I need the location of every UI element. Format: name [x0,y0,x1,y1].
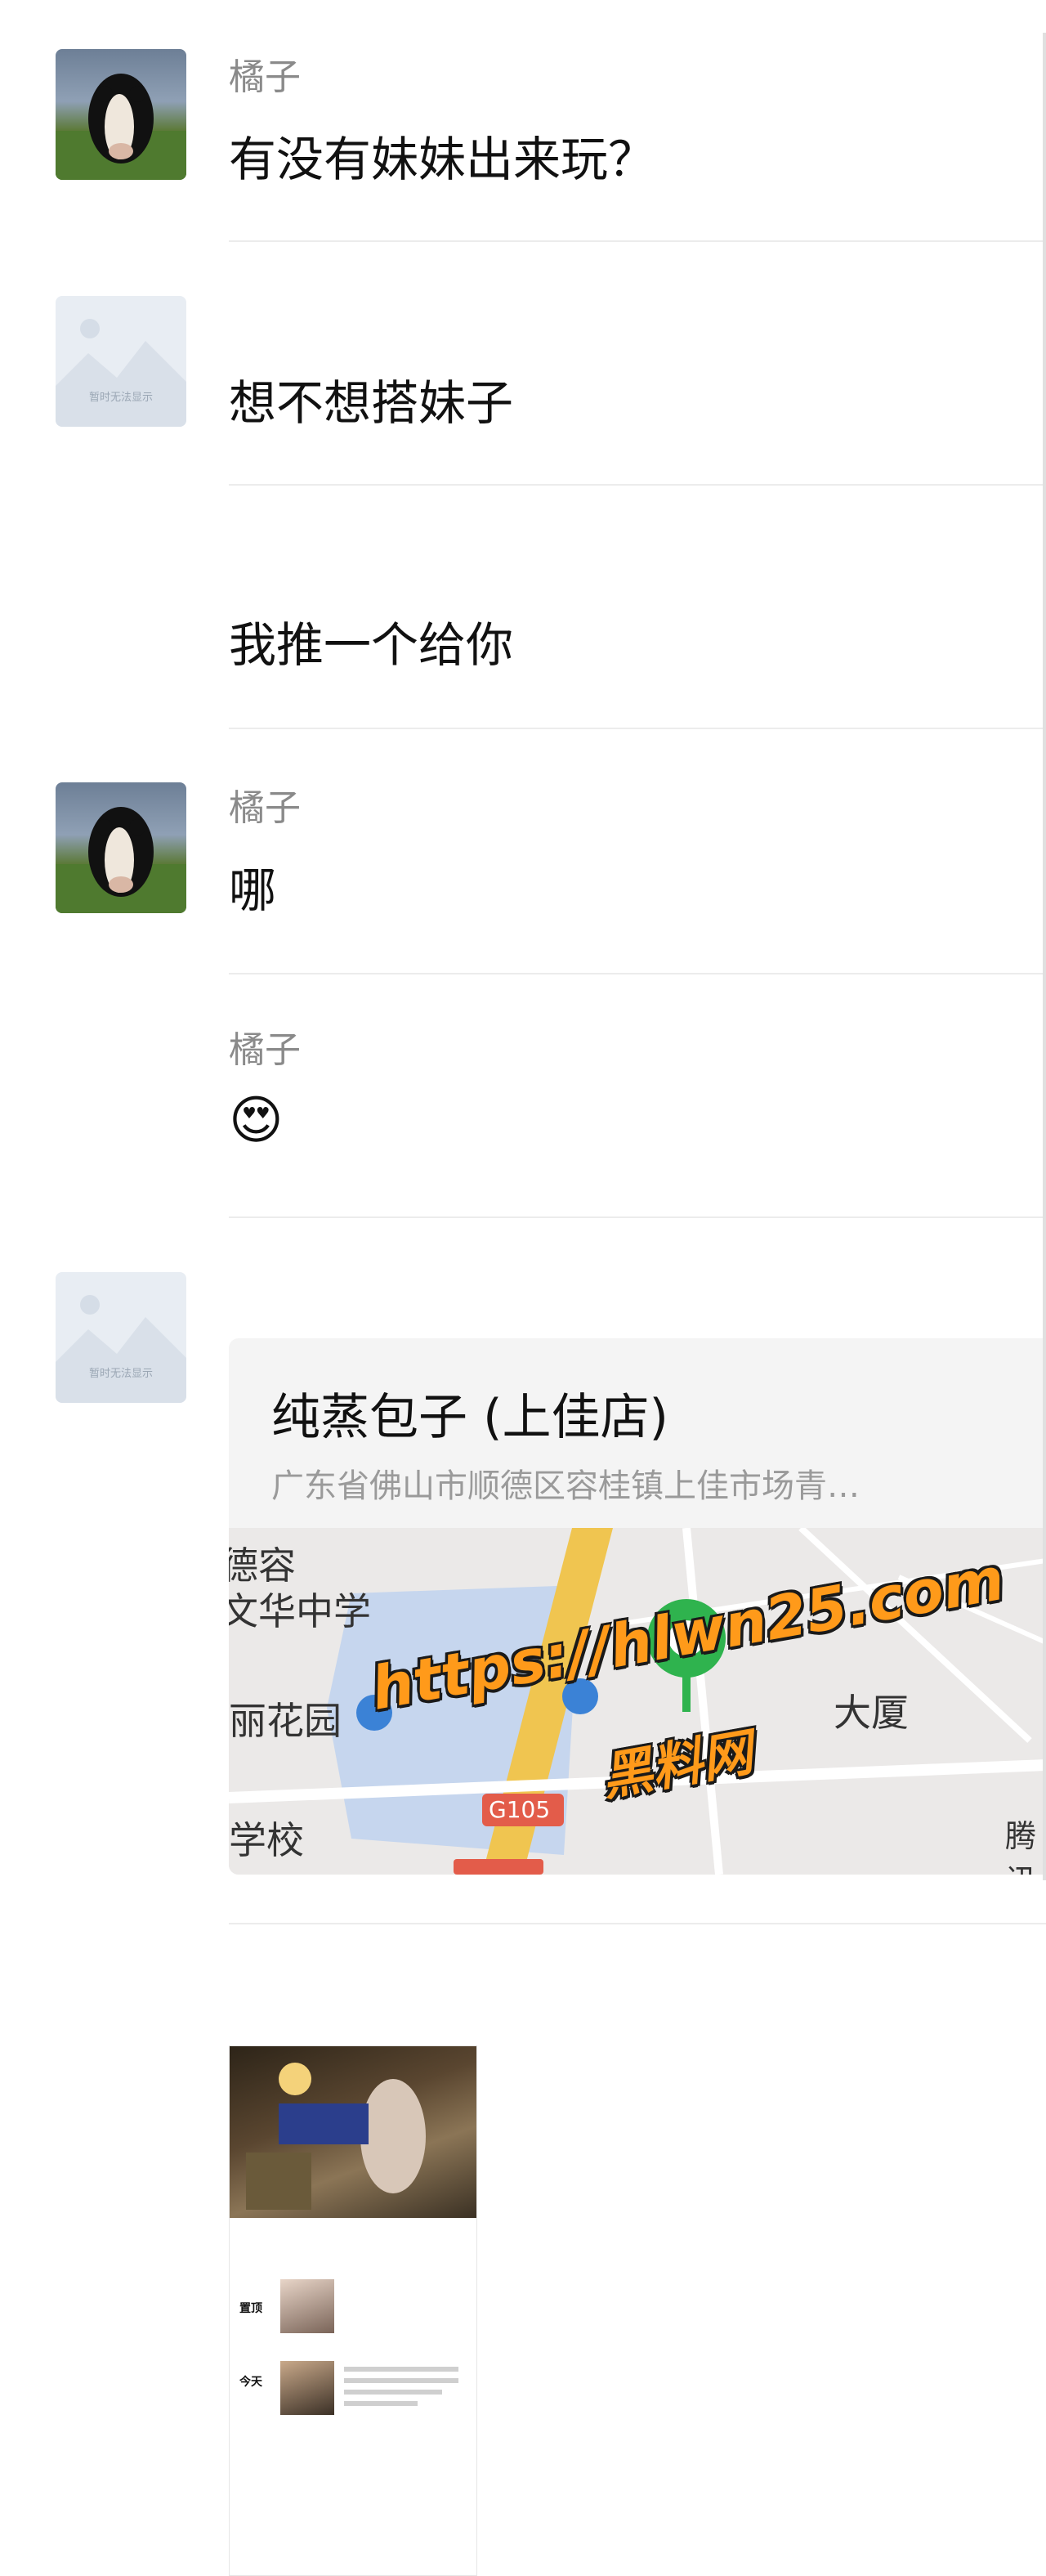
message-text[interactable]: 想不想搭妹子 [229,365,513,433]
post-text-line [344,2367,458,2372]
divider [229,240,1046,242]
map-road-label: G105 [489,1796,551,1823]
divider [229,973,1046,974]
today-thumbnail [280,2361,334,2415]
divider [229,728,1046,729]
post-text-line [344,2401,418,2406]
post-label-today: 今天 [239,2376,262,2389]
message-text[interactable]: 哪 [229,852,276,921]
photo-content [246,2063,426,2210]
avatar[interactable] [56,782,186,913]
avatar[interactable] [56,49,186,180]
placeholder-text: 暂时无法显示 [89,392,153,404]
pinned-thumbnail [280,2279,334,2333]
cow-avatar-image [56,807,186,913]
sender-name: 橘子 [229,787,301,829]
cow-avatar-image [56,74,186,180]
location-address: 广东省佛山市顺德区容桂镇上佳市场青… [271,1467,860,1505]
map-label-school-c: 学校 [229,1818,304,1862]
map-label-building: 大厦 [834,1691,909,1735]
avatar-placeholder[interactable]: 暂时无法显示 [56,296,186,427]
shared-image[interactable]: 置顶 今天 [229,2045,477,2576]
message-text[interactable]: 我推一个给你 [229,607,513,675]
message-emoji[interactable]: 😍 [229,1091,284,1151]
placeholder-text: 暂时无法显示 [89,1368,153,1380]
right-edge [1043,33,1046,1880]
divider [229,1216,1046,1218]
image-placeholder-icon: 暂时无法显示 [56,319,186,427]
post-text-line [344,2390,442,2395]
sender-name: 橘子 [229,1029,301,1071]
sender-name: 橘子 [229,56,301,98]
post-text-line [344,2378,458,2383]
image-placeholder-icon: 暂时无法显示 [56,1295,186,1403]
map-label-garden: 丽花园 [229,1699,342,1743]
shared-photo [230,2046,476,2218]
post-label-pinned: 置顶 [239,2302,262,2315]
location-name: 纯蒸包子 (上佳店) [271,1389,668,1446]
divider [229,1923,1046,1924]
map-brand-label: 腾讯 [1005,1818,1037,1875]
map-label-school-b: 文华中学 [229,1589,371,1633]
avatar-placeholder[interactable]: 暂时无法显示 [56,1272,186,1403]
message-text[interactable]: 有没有妹妹出来玩？ [229,121,655,190]
divider [229,484,1046,486]
